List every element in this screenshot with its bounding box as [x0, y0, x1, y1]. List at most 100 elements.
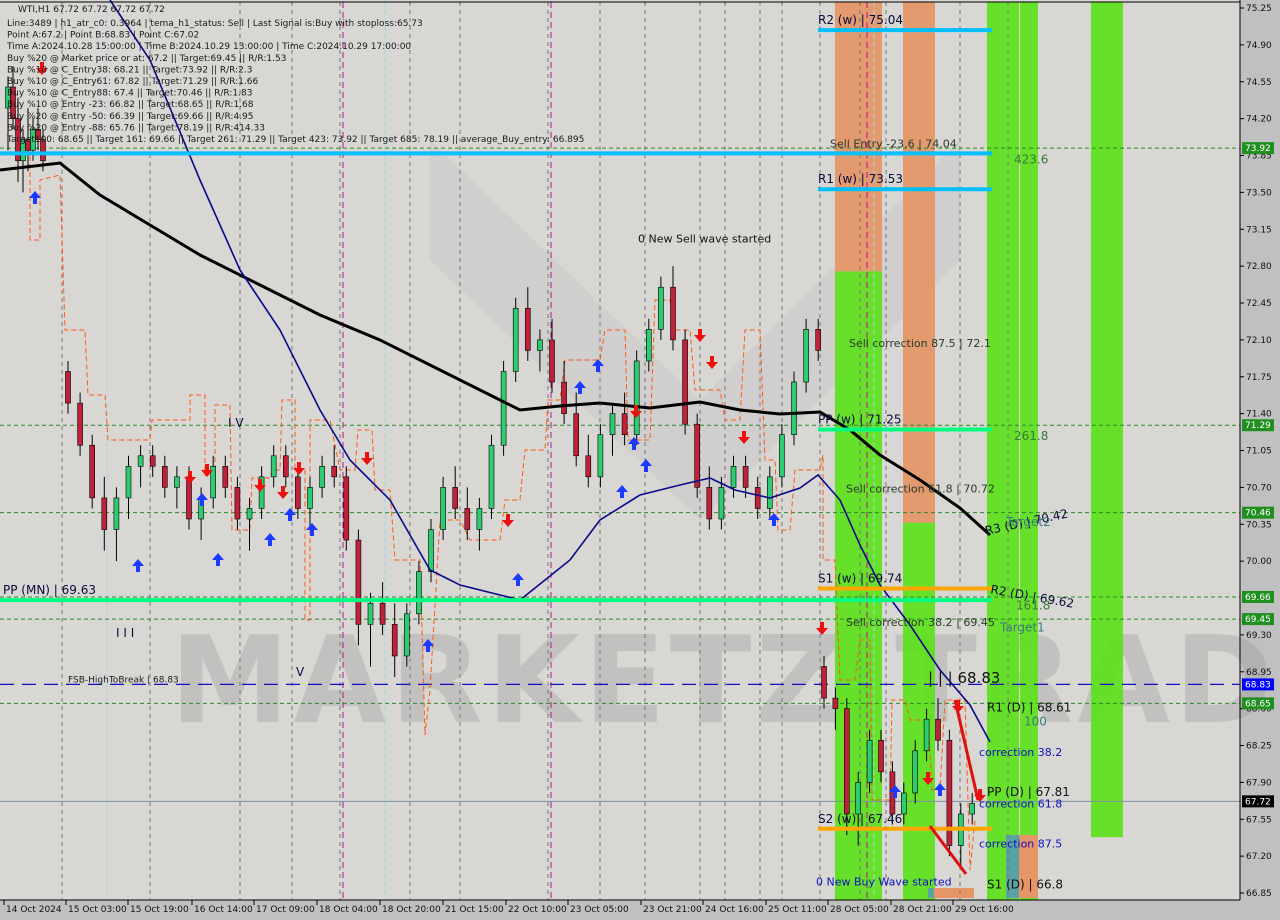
annotation-label: Sell correction 38.2 | 69.45 [846, 616, 995, 629]
time-tick-label: 24 Oct 16:00 [705, 905, 764, 915]
time-tick-label: 16 Oct 14:00 [194, 905, 253, 915]
candle-body-bear [670, 286, 676, 341]
price-chart[interactable]: MARKETZITRADE R2 (w) | 75.04Sell Entry -… [0, 0, 1280, 920]
candle-body-bear [379, 602, 386, 625]
price-tick-label: 68.95 [1246, 668, 1272, 678]
price-tick-label: 72.10 [1246, 336, 1272, 346]
price-tick-label: 70.00 [1246, 557, 1272, 567]
price-tick-label: 66.85 [1246, 889, 1272, 899]
candle-body-bear [101, 497, 108, 530]
annotation-label: Target1 [999, 621, 1045, 635]
time-tick-label: 28 Oct 21:00 [893, 905, 952, 915]
price-tick-label: 67.55 [1246, 815, 1272, 825]
annotation-label: 0 New Buy Wave started [816, 875, 952, 888]
zone-column-6 [1020, 2, 1038, 900]
price-tick-label: 75.25 [1246, 4, 1272, 14]
candle [89, 434, 95, 509]
info-line-5: Buy %10 @ C_Entry61: 67.82 || Target:71.… [7, 77, 258, 87]
candle-body-bear [935, 718, 941, 741]
info-line-2: Time A:2024.10.28 15:00:00 | Time B:2024… [6, 42, 411, 52]
price-tick-label: 74.90 [1246, 41, 1272, 51]
pivot-level-label-5: PP (MN) | 69.63 [3, 583, 96, 597]
time-tick-label: 21 Oct 15:00 [445, 905, 504, 915]
candle [488, 434, 495, 519]
candle-body-bull [866, 739, 873, 783]
price-tick-label: 73.15 [1246, 225, 1272, 235]
candle-body-bull [633, 360, 640, 436]
candle-body-bear [343, 476, 350, 541]
candle-body-bear [621, 413, 628, 436]
candle-body-bear [843, 708, 850, 815]
candle-body-bear [561, 381, 567, 414]
candle-body-bull [803, 329, 809, 383]
candle-body-bear [573, 413, 580, 457]
candle-body-bull [923, 718, 930, 752]
candle-body-bull [609, 413, 616, 436]
candle-body-bear [222, 466, 229, 488]
candle-body-bull [440, 487, 446, 530]
zone-column-2 [903, 2, 935, 523]
time-tick-label: 18 Oct 04:00 [319, 905, 378, 915]
candle-body-bear [832, 697, 839, 709]
price-tag-label: 67.72 [1245, 797, 1271, 807]
annotation-label: correction 87.5 [979, 838, 1062, 851]
candle-body-bull [174, 476, 180, 488]
candle-body-bear [234, 487, 241, 520]
price-tick-label: 67.20 [1246, 852, 1272, 862]
price-tick-label: 73.50 [1246, 188, 1272, 198]
price-tick-label: 70.35 [1246, 520, 1272, 530]
annotation-label: 0 New Sell wave started [638, 233, 771, 246]
wave-label-v: V [296, 665, 305, 679]
annotation-label: Target2 [1005, 515, 1051, 529]
candle [946, 729, 953, 857]
annotation-label: correction 61.8 [979, 797, 1062, 810]
info-line-0: Line:3489 | h1_atr_c0: 0.3964 | tema_h1_… [7, 19, 423, 29]
info-line-6: Buy %10 @ C_Entry88: 67.4 || Target:70.4… [7, 89, 252, 99]
time-tick-label: 25 Oct 11:00 [768, 905, 827, 915]
time-tick-label: 23 Oct 05:00 [570, 905, 629, 915]
pivot-level-label-1: Sell Entry -23.6 | 74.04 [830, 137, 957, 150]
candle-body-bear [694, 423, 701, 488]
candle-body-bear [821, 666, 827, 699]
candle-body-bear [391, 624, 398, 657]
annotation-label: Sell correction 87.5 | 72.1 [849, 337, 991, 350]
time-tick-label: 15 Oct 19:00 [130, 905, 189, 915]
candle-body-bull [367, 602, 374, 625]
info-line-10: Target100: 68.65 || Target 161: 69.66 ||… [6, 135, 584, 145]
price-tick-label: 72.45 [1246, 299, 1272, 309]
time-tick-label: 23 Oct 21:00 [643, 905, 702, 915]
candle-body-bull [476, 508, 483, 530]
price-tick-label: 71.05 [1246, 447, 1272, 457]
annotation-label: | | | 68.83 [928, 669, 1000, 687]
candle-body-bear [149, 455, 156, 467]
zone-column-4 [987, 2, 1019, 900]
price-tag-label: 71.29 [1245, 421, 1271, 431]
price-tag-label: 70.46 [1245, 509, 1271, 519]
candle-body-bull [246, 508, 253, 520]
price-tick-label: 74.20 [1246, 115, 1272, 125]
pivot-level-label-6: S2 (w) | 67.46 [818, 812, 902, 826]
annotation-label: S1 (D) | 66.8 [987, 878, 1063, 892]
candle-body-bear [706, 487, 713, 520]
candle-body-bull [766, 476, 773, 509]
candle-body-bear [549, 339, 555, 383]
time-tick-label: 29 Oct 16:00 [955, 905, 1014, 915]
candle-body-bear [355, 539, 362, 625]
price-tick-label: 71.75 [1246, 373, 1272, 383]
candle [694, 413, 701, 498]
annotation-label: correction 38.2 [979, 746, 1062, 759]
candle [803, 318, 809, 393]
pivot-level-label-4: S1 (w) | 69.74 [818, 572, 902, 586]
wave-label-iii: I I I [116, 626, 134, 640]
fsb-label: FSB-HighToBreak | 68.83 [68, 675, 179, 685]
info-line-8: Buy %20 @ Entry -50: 66.39 || Target:69.… [7, 112, 254, 122]
candle [512, 297, 519, 383]
candle-body-bull [488, 444, 495, 509]
candle-body-bear [186, 476, 192, 520]
candle [682, 329, 688, 435]
candle-body-bull [500, 371, 507, 446]
candle-body-bull [403, 613, 410, 657]
candle-body-bear [878, 739, 884, 773]
candle [500, 360, 507, 456]
candle-body-bear [754, 487, 761, 509]
